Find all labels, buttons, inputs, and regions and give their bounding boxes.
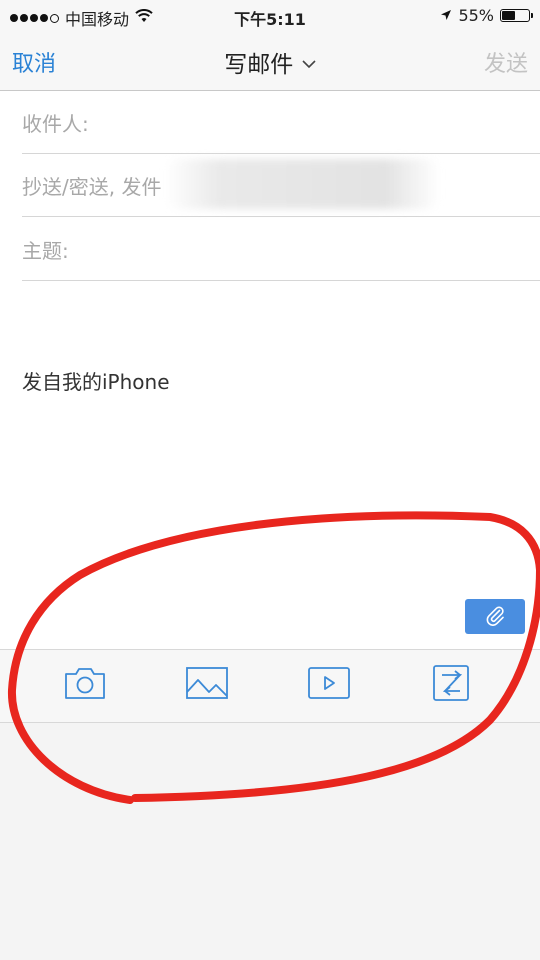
carrier-name: 中国移动	[65, 10, 130, 29]
photo-button[interactable]	[184, 664, 230, 706]
camera-icon	[63, 665, 107, 705]
recipient-field[interactable]: 收件人:	[22, 91, 540, 154]
video-button[interactable]	[306, 664, 352, 706]
signal-strength-icon	[10, 13, 59, 23]
battery-icon	[500, 9, 533, 22]
chevron-down-icon[interactable]	[297, 57, 316, 73]
recipient-label: 收件人:	[22, 111, 89, 136]
status-bar: 中国移动 下午5:11 55%	[0, 0, 540, 32]
cancel-button[interactable]: 取消	[12, 46, 56, 78]
location-arrow-icon	[440, 6, 452, 25]
battery-percent: 55%	[458, 6, 494, 25]
paperclip-icon	[484, 604, 506, 630]
compose-title-text: 写邮件	[224, 52, 294, 78]
compose-title[interactable]: 写邮件	[0, 45, 540, 79]
email-body-signature[interactable]: 发自我的iPhone	[22, 366, 170, 395]
wifi-icon	[135, 9, 153, 27]
redacted-sender-blur	[165, 159, 440, 209]
camera-button[interactable]	[62, 664, 108, 706]
cc-bcc-from-label: 抄送/密送, 发件	[22, 174, 162, 199]
file-transfer-button[interactable]	[428, 664, 474, 706]
subject-label: 主题:	[22, 238, 69, 263]
photo-icon	[185, 665, 229, 705]
status-left: 中国移动	[10, 6, 153, 30]
subject-field[interactable]: 主题:	[22, 218, 540, 281]
send-button[interactable]: 发送	[484, 46, 528, 78]
attachment-button[interactable]	[465, 599, 525, 634]
attachment-toolbar	[0, 649, 540, 723]
nav-bar: 取消 写邮件 发送	[0, 32, 540, 91]
compose-form: 收件人: 抄送/密送, 发件 主题: 发自我的iPhone	[0, 91, 540, 649]
attachment-icon	[431, 664, 471, 706]
status-right: 55%	[440, 6, 533, 25]
video-icon	[307, 665, 351, 705]
